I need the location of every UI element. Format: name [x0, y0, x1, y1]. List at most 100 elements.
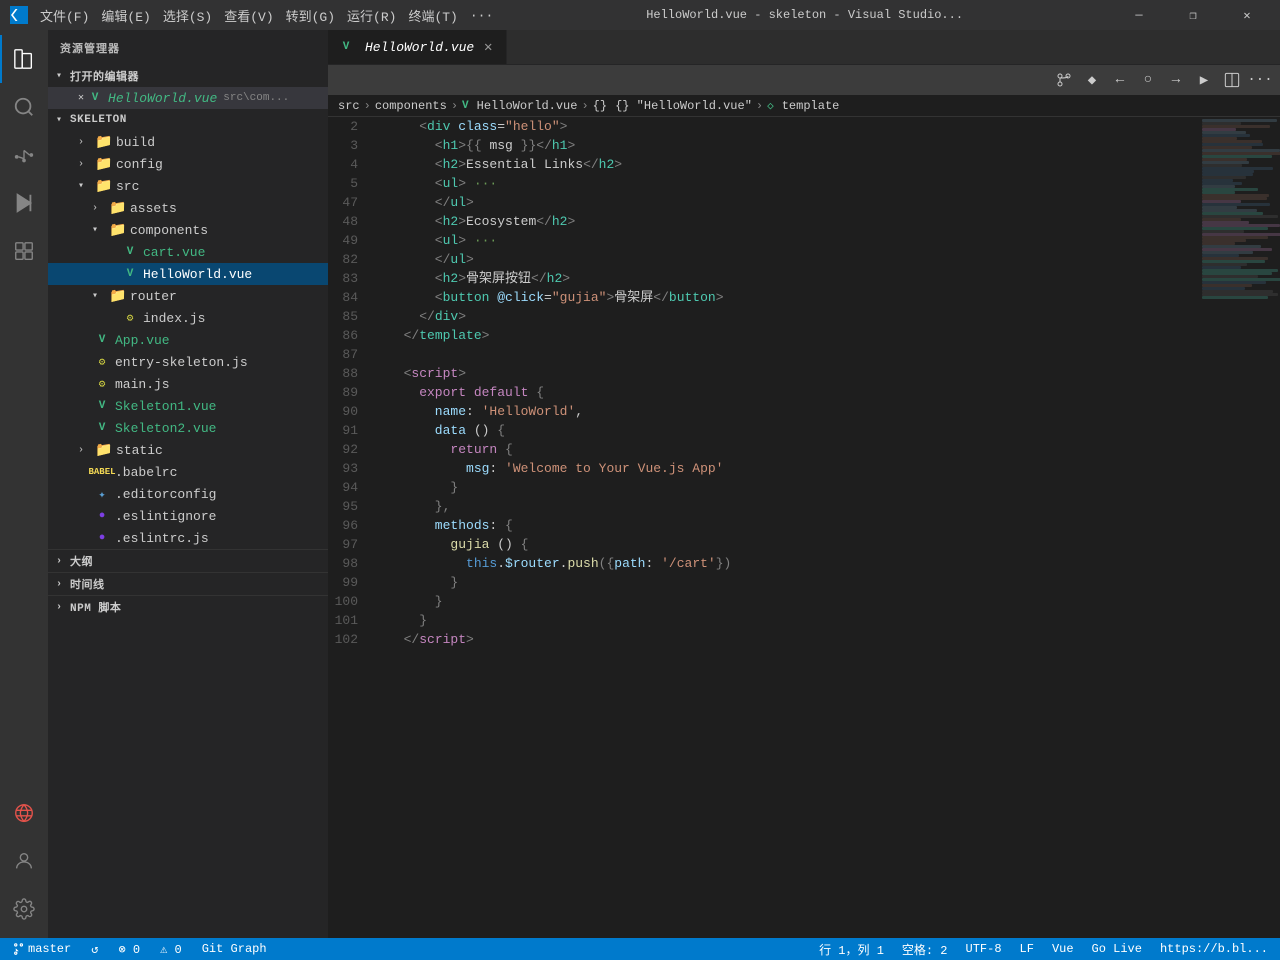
toolbar-back-btn[interactable]: ← — [1108, 68, 1132, 92]
activity-search[interactable] — [0, 83, 48, 131]
cursor-position[interactable]: 行 1，列 1 — [815, 941, 888, 958]
project-section[interactable]: SKELETON — [48, 109, 328, 131]
activity-bar — [0, 30, 48, 938]
menu-terminal[interactable]: 终端(T) — [408, 6, 457, 25]
tree-item-label: .eslintrc.js — [115, 531, 209, 546]
warning-count[interactable]: ⚠ 0 — [156, 942, 186, 957]
tree-item-label: HelloWorld.vue — [143, 267, 252, 282]
toolbar-play-btn[interactable]: ▶ — [1192, 68, 1216, 92]
tree-item-router[interactable]: ▾📁router — [48, 285, 328, 307]
breadcrumb-sep-3: › — [581, 99, 588, 113]
activity-explorer[interactable] — [0, 35, 48, 83]
activity-account[interactable] — [0, 837, 48, 885]
tree-item-static[interactable]: ›📁static — [48, 439, 328, 461]
minimize-button[interactable]: — — [1116, 0, 1162, 30]
error-count[interactable]: ⊗ 0 — [114, 942, 144, 957]
activity-extensions[interactable] — [0, 227, 48, 275]
tree-item-helloworld-vue[interactable]: VHelloWorld.vue — [48, 263, 328, 285]
breadcrumb-component-name[interactable]: {} {} "HelloWorld.vue" — [593, 99, 752, 113]
line-number-5: 5 — [328, 174, 368, 193]
menu-run[interactable]: 运行(R) — [347, 6, 396, 25]
minimap-content — [1200, 117, 1280, 301]
tree-item--editorconfig[interactable]: ✦.editorconfig — [48, 483, 328, 505]
code-line-101: } — [388, 611, 1200, 630]
vue-icon: V — [94, 398, 110, 414]
activity-settings[interactable] — [0, 885, 48, 933]
git-branch[interactable]: master — [8, 942, 75, 956]
outline-header[interactable]: 大纲 — [48, 550, 328, 572]
tree-item-build[interactable]: ›📁build — [48, 131, 328, 153]
language-mode[interactable]: Vue — [1048, 942, 1078, 956]
status-bar: master ↺ ⊗ 0 ⚠ 0 Git Graph 行 1，列 1 空格: 2… — [0, 938, 1280, 960]
maximize-button[interactable]: ❐ — [1170, 0, 1216, 30]
tree-item-components[interactable]: ▾📁components — [48, 219, 328, 241]
main-container: 资源管理器 打开的编辑器 ✕ V HelloWorld.vue src\com.… — [0, 30, 1280, 938]
menu-edit[interactable]: 编辑(E) — [101, 6, 150, 25]
go-live-label: Go Live — [1092, 942, 1142, 956]
activity-git[interactable] — [0, 131, 48, 179]
toolbar-split-btn[interactable] — [1220, 68, 1244, 92]
tree-item--eslintrc-js[interactable]: ●.eslintrc.js — [48, 527, 328, 549]
line-ending[interactable]: LF — [1016, 942, 1038, 956]
folder-icon: 📁 — [110, 222, 126, 238]
tree-item-main-js[interactable]: ⚙main.js — [48, 373, 328, 395]
sync-status[interactable]: ↺ — [87, 942, 102, 957]
code-line-90: name: 'HelloWorld', — [388, 402, 1200, 421]
menu-select[interactable]: 选择(S) — [163, 6, 212, 25]
menu-more[interactable]: ··· — [470, 8, 493, 23]
line-number-83: 83 — [328, 269, 368, 288]
sidebar-content: 打开的编辑器 ✕ V HelloWorld.vue src\com... SKE… — [48, 65, 328, 938]
folder-arrow-open: ▾ — [92, 224, 108, 236]
tab-close-button[interactable]: ✕ — [480, 39, 496, 55]
url-display[interactable]: https://b.bl... — [1156, 942, 1272, 956]
tree-item-app-vue[interactable]: VApp.vue — [48, 329, 328, 351]
encoding[interactable]: UTF-8 — [962, 942, 1006, 956]
tree-item-config[interactable]: ›📁config — [48, 153, 328, 175]
git-graph-btn[interactable]: Git Graph — [198, 942, 271, 956]
toolbar-circle-btn[interactable]: ○ — [1136, 68, 1160, 92]
close-button[interactable]: ✕ — [1224, 0, 1270, 30]
indentation[interactable]: 空格: 2 — [898, 941, 952, 958]
breadcrumb: src › components › V HelloWorld.vue › {}… — [328, 95, 1280, 117]
menu-view[interactable]: 查看(V) — [224, 6, 273, 25]
toolbar-branch-btn[interactable] — [1052, 68, 1076, 92]
tree-item-assets[interactable]: ›📁assets — [48, 197, 328, 219]
tree-item-src[interactable]: ▾📁src — [48, 175, 328, 197]
menu-file[interactable]: 文件(F) — [40, 6, 89, 25]
toolbar-forward-btn[interactable]: → — [1164, 68, 1188, 92]
code-line-96: methods: { — [388, 516, 1200, 535]
tree-item-skeleton1-vue[interactable]: VSkeleton1.vue — [48, 395, 328, 417]
tree-item--babelrc[interactable]: BABEL.babelrc — [48, 461, 328, 483]
open-editors-section[interactable]: 打开的编辑器 — [48, 65, 328, 87]
toolbar-more-btn[interactable]: ··· — [1248, 68, 1272, 92]
tree-item-entry-skeleton-js[interactable]: ⚙entry-skeleton.js — [48, 351, 328, 373]
titlebar-controls: — ❐ ✕ — [1116, 0, 1270, 30]
warning-label: ⚠ 0 — [160, 942, 182, 957]
tree-item-cart-vue[interactable]: Vcart.vue — [48, 241, 328, 263]
open-editor-helloworld[interactable]: ✕ V HelloWorld.vue src\com... — [48, 87, 328, 109]
tab-helloworld[interactable]: V HelloWorld.vue ✕ — [328, 30, 507, 64]
activity-remote[interactable] — [0, 789, 48, 837]
breadcrumb-file[interactable]: V HelloWorld.vue — [462, 99, 577, 113]
code-content[interactable]: <div class="hello"> <h1>{{ msg }}</h1> <… — [378, 117, 1200, 938]
tree-item-label: static — [116, 443, 163, 458]
line-number-100: 100 — [328, 592, 368, 611]
line-number-95: 95 — [328, 497, 368, 516]
go-live-btn[interactable]: Go Live — [1088, 942, 1146, 956]
tree-item-skeleton2-vue[interactable]: VSkeleton2.vue — [48, 417, 328, 439]
skeleton-arrow — [56, 114, 70, 126]
timeline-header[interactable]: 时间线 — [48, 573, 328, 595]
tab-vue-icon: V — [338, 39, 354, 55]
menu-goto[interactable]: 转到(G) — [286, 6, 335, 25]
npm-header[interactable]: NPM 脚本 — [48, 596, 328, 618]
breadcrumb-components[interactable]: components — [375, 99, 447, 113]
tree-item-label: config — [116, 157, 163, 172]
activity-run[interactable] — [0, 179, 48, 227]
breadcrumb-template[interactable]: ◇ template — [767, 99, 839, 113]
tree-item--eslintignore[interactable]: ●.eslintignore — [48, 505, 328, 527]
tree-item-index-js[interactable]: ⚙index.js — [48, 307, 328, 329]
line-number-82: 82 — [328, 250, 368, 269]
breadcrumb-src[interactable]: src — [338, 99, 360, 113]
toolbar-diamond-btn[interactable]: ◆ — [1080, 68, 1104, 92]
close-editor-icon[interactable]: ✕ — [78, 92, 84, 104]
